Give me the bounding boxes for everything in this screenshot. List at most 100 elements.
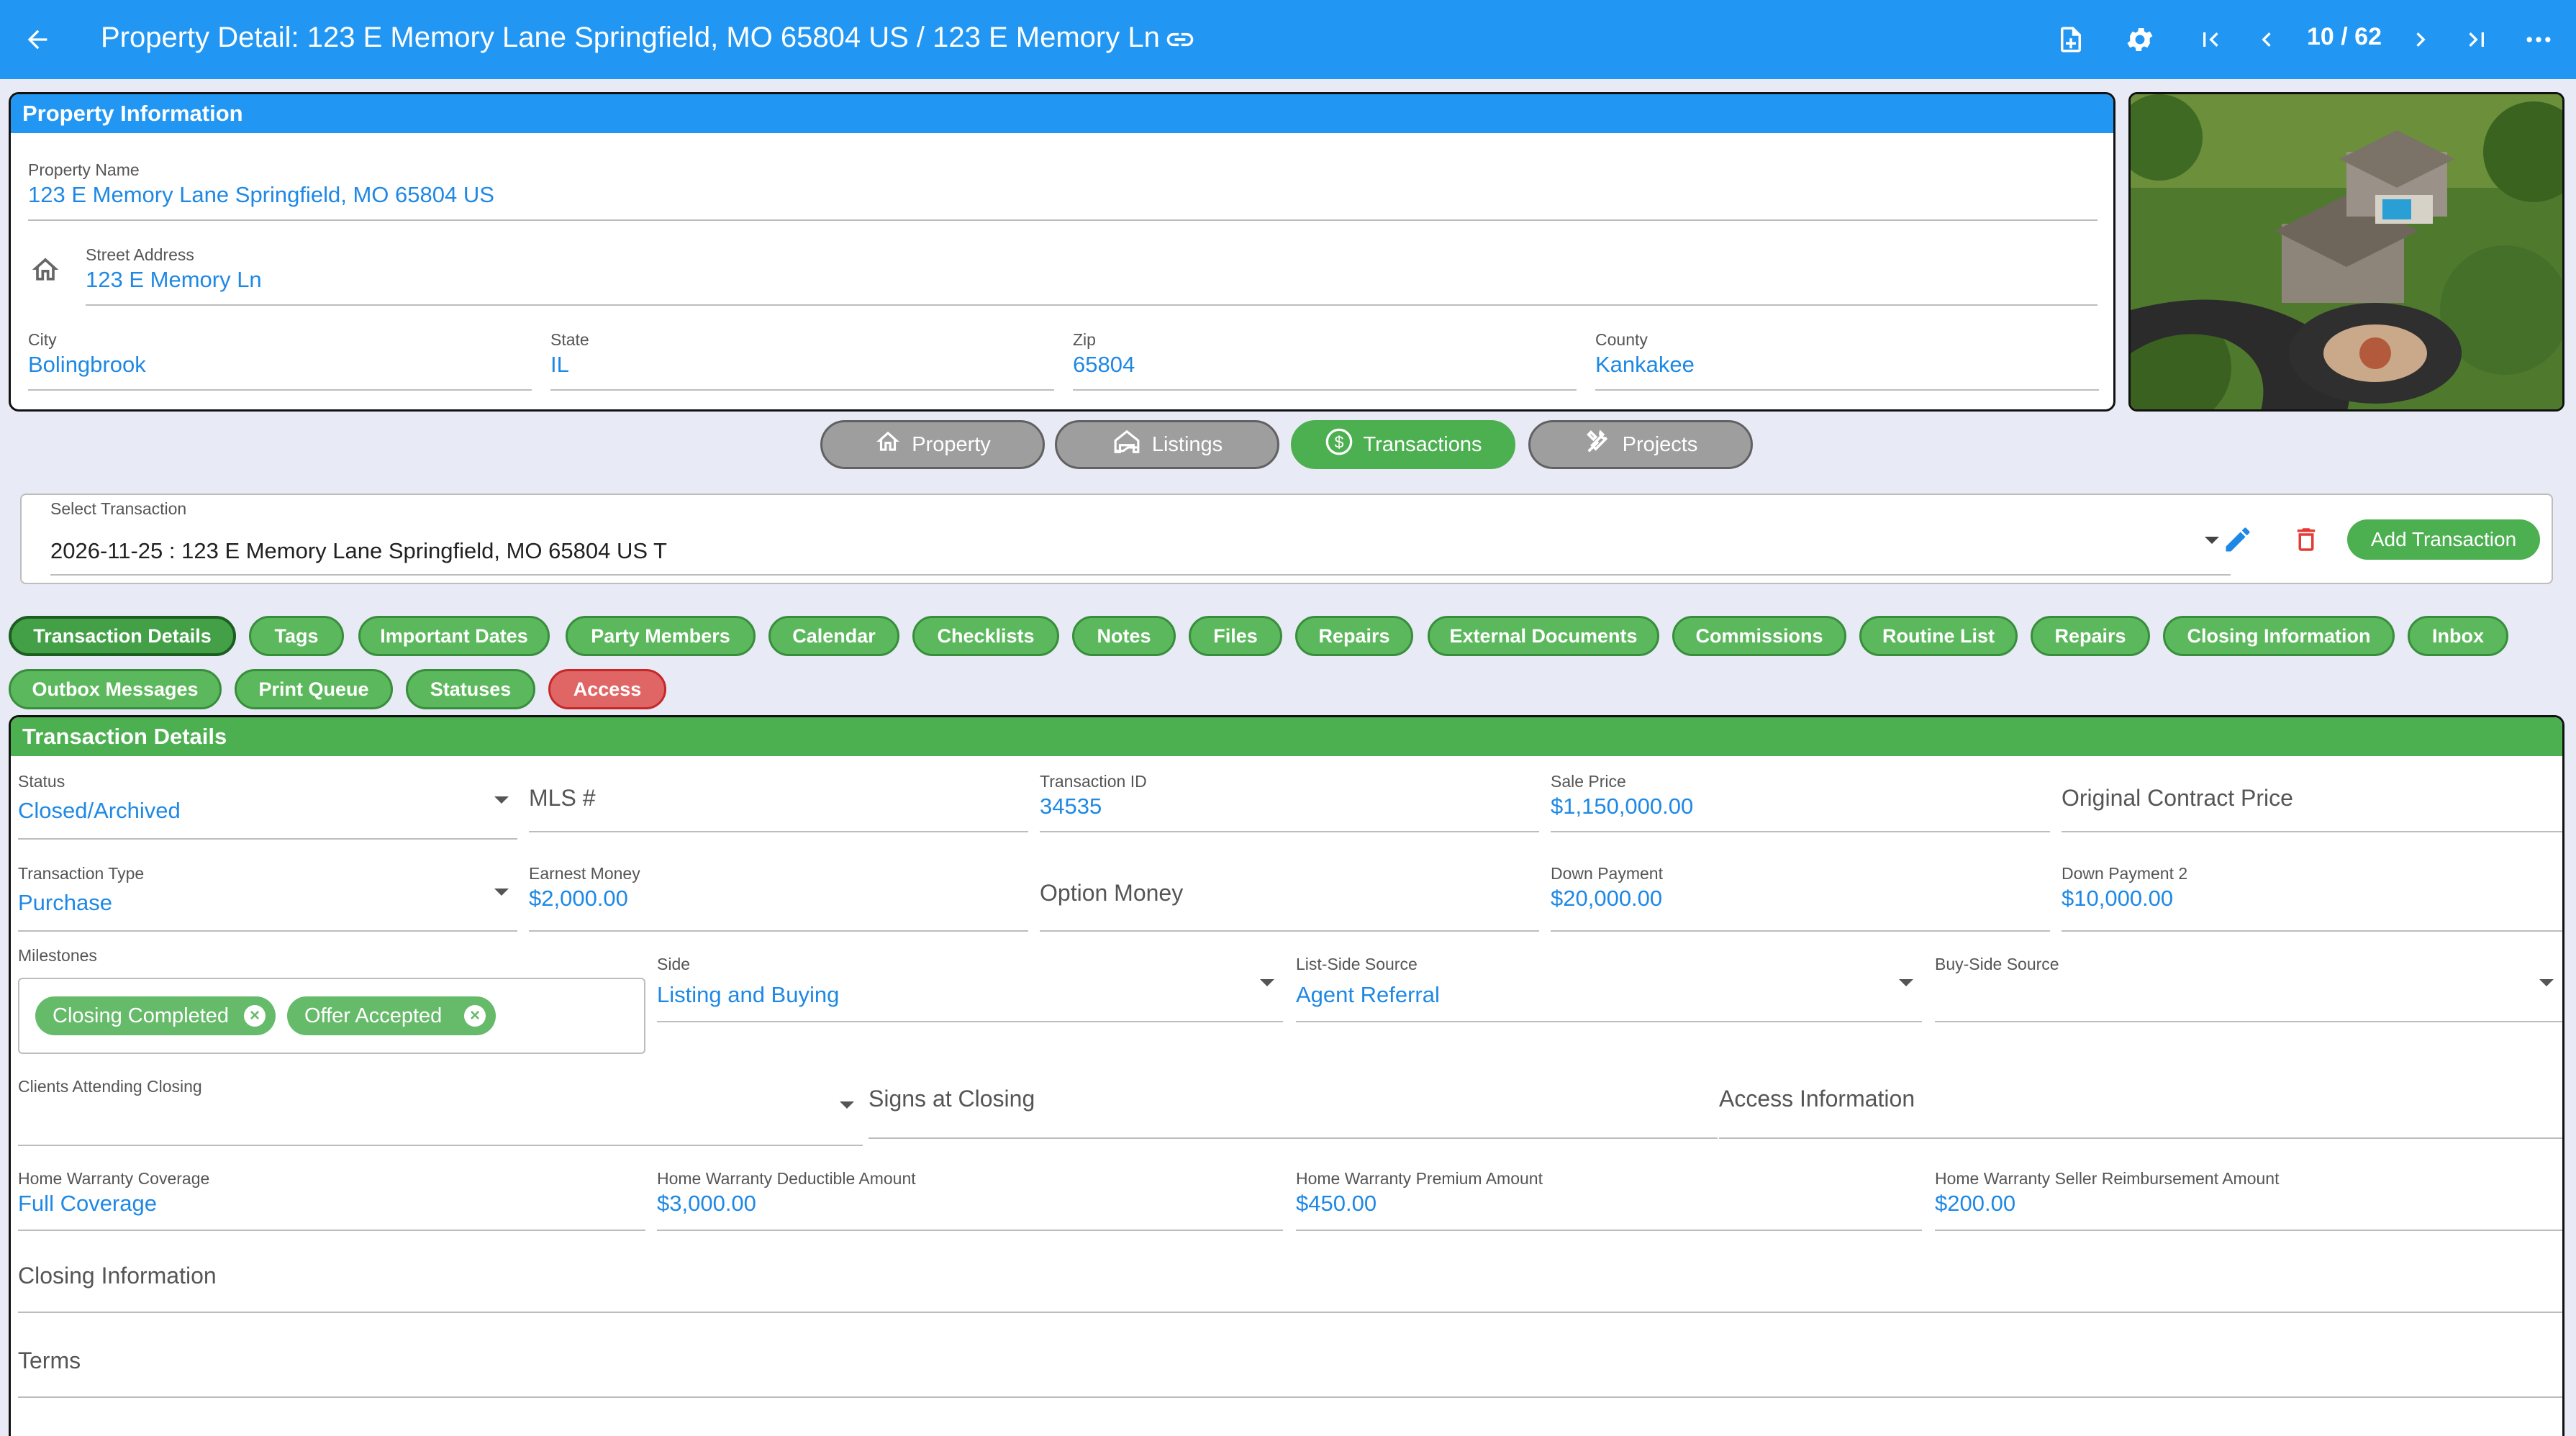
dollar-circle-icon: $: [1325, 427, 1353, 462]
status-value: Closed/Archived: [18, 798, 181, 823]
status-select[interactable]: Status Closed/Archived: [18, 772, 517, 840]
home-warranty-seller-reimbursement-value: $200.00: [1935, 1191, 2016, 1216]
milestones-label: Milestones: [18, 946, 97, 965]
county-label: County: [1595, 330, 1648, 349]
chip-repairs[interactable]: Repairs: [1295, 616, 1413, 656]
down-payment-2-field[interactable]: Down Payment 2 $10,000.00: [2062, 864, 2562, 932]
chevron-left-icon[interactable]: [2246, 19, 2287, 60]
remove-chip-icon[interactable]: ×: [464, 1005, 486, 1027]
home-warranty-seller-reimbursement-label: Home Warranty Seller Reimbursement Amoun…: [1935, 1169, 2280, 1188]
original-contract-price-field[interactable]: Original Contract Price: [2062, 772, 2562, 832]
earnest-money-field[interactable]: Earnest Money $2,000.00: [529, 864, 1028, 932]
dropdown-caret-icon[interactable]: [2205, 537, 2219, 544]
side-select[interactable]: Side Listing and Buying: [657, 955, 1283, 1022]
delete-trash-icon[interactable]: [2291, 524, 2326, 558]
chip-important-dates[interactable]: Important Dates: [358, 616, 550, 656]
chip-party-members[interactable]: Party Members: [566, 616, 756, 656]
sale-price-value: $1,150,000.00: [1551, 794, 1694, 819]
down-payment-value: $20,000.00: [1551, 886, 1663, 911]
state-field[interactable]: State IL: [550, 330, 1054, 391]
chip-commissions[interactable]: Commissions: [1672, 616, 1846, 656]
tab-transactions[interactable]: $ Transactions: [1291, 420, 1515, 469]
list-side-source-select[interactable]: List-Side Source Agent Referral: [1296, 955, 1922, 1022]
chip-closing-information[interactable]: Closing Information: [2163, 616, 2395, 656]
select-transaction-field[interactable]: Select Transaction 2026-11-25 : 123 E Me…: [20, 494, 2553, 584]
pager-text: 10 / 62: [2307, 23, 2382, 50]
edit-pencil-icon[interactable]: [2222, 524, 2257, 558]
chip-external-documents[interactable]: External Documents: [1428, 616, 1659, 656]
buy-side-source-label: Buy-Side Source: [1935, 955, 2059, 973]
mls-number-field[interactable]: MLS #: [529, 772, 1028, 832]
closing-information-field[interactable]: Closing Information: [18, 1253, 2562, 1313]
first-page-icon[interactable]: [2190, 19, 2231, 60]
home-warranty-premium-label: Home Warranty Premium Amount: [1296, 1169, 1543, 1188]
chevron-right-icon[interactable]: [2400, 19, 2441, 60]
chip-print-queue[interactable]: Print Queue: [235, 669, 393, 709]
home-warranty-coverage-label: Home Warranty Coverage: [18, 1169, 210, 1188]
down-payment-label: Down Payment: [1551, 864, 1663, 883]
access-information-field[interactable]: Access Information: [1719, 1077, 2562, 1139]
link-icon[interactable]: [1160, 19, 1200, 60]
transaction-type-select[interactable]: Transaction Type Purchase: [18, 864, 517, 932]
home-warranty-deductible-field[interactable]: Home Warranty Deductible Amount $3,000.0…: [657, 1169, 1283, 1231]
gear-icon[interactable]: [2120, 19, 2160, 60]
last-page-icon[interactable]: [2457, 19, 2497, 60]
milestones-field[interactable]: Closing Completed × Offer Accepted ×: [18, 978, 645, 1054]
back-arrow-icon[interactable]: [17, 19, 58, 60]
tab-projects[interactable]: Projects: [1528, 420, 1753, 469]
chip-tags[interactable]: Tags: [249, 616, 344, 656]
milestone-chip-label: Offer Accepted: [304, 1004, 443, 1027]
tab-property-label: Property: [912, 432, 991, 456]
tab-listings[interactable]: Listings: [1055, 420, 1279, 469]
chip-transaction-details[interactable]: Transaction Details: [9, 616, 236, 656]
street-address-value: 123 E Memory Ln: [86, 267, 262, 292]
property-name-value: 123 E Memory Lane Springfield, MO 65804 …: [28, 182, 494, 207]
signs-at-closing-field[interactable]: Signs at Closing: [869, 1077, 1718, 1139]
chip-repairs-2[interactable]: Repairs: [2031, 616, 2150, 656]
chip-access[interactable]: Access: [548, 669, 666, 709]
property-photo[interactable]: [2128, 92, 2564, 412]
list-side-source-label: List-Side Source: [1296, 955, 1418, 973]
transaction-type-value: Purchase: [18, 890, 112, 915]
zip-field[interactable]: Zip 65804: [1073, 330, 1577, 391]
add-transaction-button[interactable]: Add Transaction: [2347, 519, 2540, 560]
clients-attending-closing-select[interactable]: Clients Attending Closing: [18, 1077, 863, 1146]
buy-side-source-select[interactable]: Buy-Side Source: [1935, 955, 2562, 1022]
chip-notes[interactable]: Notes: [1072, 616, 1176, 656]
new-document-icon[interactable]: [2051, 19, 2091, 60]
home-warranty-premium-field[interactable]: Home Warranty Premium Amount $450.00: [1296, 1169, 1922, 1231]
transaction-type-label: Transaction Type: [18, 864, 145, 883]
property-information-header: Property Information: [11, 94, 2113, 133]
transaction-id-label: Transaction ID: [1040, 772, 1147, 791]
chip-routine-list[interactable]: Routine List: [1859, 616, 2018, 656]
access-information-placeholder: Access Information: [1719, 1086, 1915, 1112]
home-warranty-seller-reimbursement-field[interactable]: Home Warranty Seller Reimbursement Amoun…: [1935, 1169, 2562, 1231]
street-address-field[interactable]: Street Address 123 E Memory Ln: [86, 245, 2097, 306]
more-horizontal-icon[interactable]: [2518, 19, 2559, 60]
chip-files[interactable]: Files: [1189, 616, 1282, 656]
chip-checklists[interactable]: Checklists: [912, 616, 1059, 656]
county-field[interactable]: County Kankakee: [1595, 330, 2099, 391]
home-warranty-coverage-field[interactable]: Home Warranty Coverage Full Coverage: [18, 1169, 645, 1231]
chip-inbox[interactable]: Inbox: [2408, 616, 2508, 656]
clients-caret-icon: [840, 1101, 854, 1109]
chip-calendar[interactable]: Calendar: [768, 616, 899, 656]
city-value: Bolingbrook: [28, 352, 146, 377]
tab-listings-label: Listings: [1151, 432, 1223, 456]
side-label: Side: [657, 955, 691, 973]
home-outline-icon: [30, 254, 64, 288]
city-label: City: [28, 330, 57, 349]
terms-field[interactable]: Terms: [18, 1337, 2562, 1398]
property-name-field[interactable]: Property Name 123 E Memory Lane Springfi…: [28, 160, 2097, 221]
mls-placeholder: MLS #: [529, 785, 596, 811]
city-field[interactable]: City Bolingbrook: [28, 330, 532, 391]
option-money-field[interactable]: Option Money: [1040, 864, 1539, 932]
down-payment-field[interactable]: Down Payment $20,000.00: [1551, 864, 2050, 932]
sale-price-field[interactable]: Sale Price $1,150,000.00: [1551, 772, 2050, 832]
property-name-label: Property Name: [28, 160, 140, 179]
tab-property[interactable]: Property: [820, 420, 1045, 469]
chip-outbox-messages[interactable]: Outbox Messages: [9, 669, 222, 709]
chip-statuses[interactable]: Statuses: [406, 669, 535, 709]
remove-chip-icon[interactable]: ×: [244, 1005, 266, 1027]
transaction-id-field[interactable]: Transaction ID 34535: [1040, 772, 1539, 832]
